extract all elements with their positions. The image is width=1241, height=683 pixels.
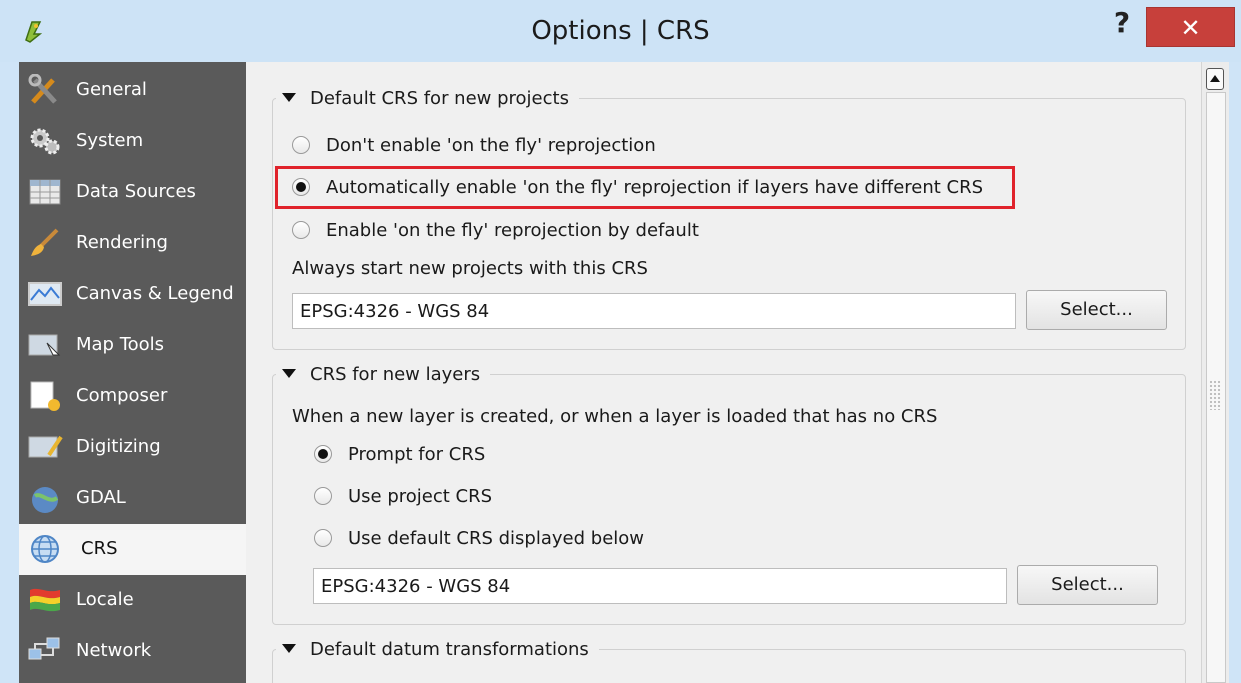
sidebar-item-label: CRS xyxy=(81,538,118,559)
close-button[interactable]: ✕ xyxy=(1146,7,1235,47)
network-icon xyxy=(28,637,60,660)
options-sidebar: General System Data Sources Rendering Ca… xyxy=(19,62,246,683)
default-crs-legend[interactable]: Default CRS for new projects xyxy=(276,88,579,109)
help-button[interactable]: ? xyxy=(1110,8,1134,38)
table-icon xyxy=(29,179,61,205)
radio-button[interactable] xyxy=(292,136,310,154)
project-crs-field[interactable]: EPSG:4326 - WGS 84 xyxy=(292,293,1016,329)
collapse-triangle-icon[interactable] xyxy=(282,93,296,102)
sidebar-item-locale[interactable]: Locale xyxy=(19,575,246,626)
radio-label: Use project CRS xyxy=(348,486,493,507)
map-tools-icon xyxy=(28,334,61,356)
radio-no-reprojection[interactable]: Don't enable 'on the fly' reprojection xyxy=(292,135,656,156)
radio-default-reprojection[interactable]: Enable 'on the fly' reprojection by defa… xyxy=(292,220,699,241)
select-project-crs-button[interactable]: Select... xyxy=(1026,290,1167,330)
select-layer-crs-button[interactable]: Select... xyxy=(1017,565,1158,605)
new-layers-legend[interactable]: CRS for new layers xyxy=(276,364,491,385)
scroll-grip[interactable] xyxy=(1209,380,1221,410)
sidebar-item-network[interactable]: Network xyxy=(19,626,246,677)
sidebar-item-crs[interactable]: CRS xyxy=(19,524,246,575)
new-layers-description: When a new layer is created, or when a l… xyxy=(292,406,938,427)
radio-use-default-crs[interactable]: Use default CRS displayed below xyxy=(314,528,644,549)
radio-label: Enable 'on the fly' reprojection by defa… xyxy=(326,220,699,241)
sidebar-item-data-sources[interactable]: Data Sources xyxy=(19,167,246,218)
always-start-label: Always start new projects with this CRS xyxy=(292,258,648,279)
sidebar-item-label: Digitizing xyxy=(76,436,161,457)
options-window: Options | CRS ? ✕ General System Data So… xyxy=(0,0,1241,683)
sidebar-item-rendering[interactable]: Rendering xyxy=(19,218,246,269)
radio-label: Don't enable 'on the fly' reprojection xyxy=(326,135,656,156)
vertical-scrollbar[interactable] xyxy=(1201,62,1229,683)
tools-icon xyxy=(28,74,57,104)
radio-label: Prompt for CRS xyxy=(348,444,486,465)
scroll-up-arrow-icon[interactable] xyxy=(1206,68,1224,90)
radio-button[interactable] xyxy=(314,445,332,463)
default-layer-crs-field[interactable]: EPSG:4326 - WGS 84 xyxy=(313,568,1007,604)
digitizing-icon xyxy=(28,435,63,458)
sidebar-item-label: Rendering xyxy=(76,232,168,253)
annotation-highlight-box xyxy=(275,166,1015,209)
sidebar-item-label: General xyxy=(76,79,147,100)
options-content-panel: Default CRS for new projects Don't enabl… xyxy=(246,62,1201,683)
globe-icon xyxy=(31,535,59,563)
radio-button[interactable] xyxy=(314,487,332,505)
sidebar-item-system[interactable]: System xyxy=(19,116,246,167)
radio-use-project-crs[interactable]: Use project CRS xyxy=(314,486,492,507)
sidebar-item-composer[interactable]: Composer xyxy=(19,371,246,422)
title-bar: Options | CRS ? ✕ xyxy=(0,0,1241,62)
composer-icon xyxy=(30,381,60,411)
flag-icon xyxy=(30,588,60,612)
window-title: Options | CRS xyxy=(531,16,710,46)
datum-transformations-legend[interactable]: Default datum transformations xyxy=(276,639,599,660)
group-title: Default datum transformations xyxy=(310,639,589,660)
sidebar-item-canvas-legend[interactable]: Canvas & Legend xyxy=(19,269,246,320)
sidebar-item-digitizing[interactable]: Digitizing xyxy=(19,422,246,473)
radio-prompt-for-crs[interactable]: Prompt for CRS xyxy=(314,444,485,465)
sidebar-item-label: Composer xyxy=(76,385,168,406)
group-title: CRS for new layers xyxy=(310,364,481,385)
collapse-triangle-icon[interactable] xyxy=(282,369,296,378)
radio-label: Use default CRS displayed below xyxy=(348,528,644,549)
sidebar-item-label: Network xyxy=(76,640,152,661)
gears-icon xyxy=(30,128,60,155)
sidebar-item-general[interactable]: General xyxy=(19,65,246,116)
sidebar-item-gdal[interactable]: GDAL xyxy=(19,473,246,524)
sidebar-item-label: System xyxy=(76,130,144,151)
sidebar-item-label: Canvas & Legend xyxy=(76,283,234,304)
radio-button[interactable] xyxy=(292,221,310,239)
sidebar-item-map-tools[interactable]: Map Tools xyxy=(19,320,246,371)
collapse-triangle-icon[interactable] xyxy=(282,644,296,653)
sidebar-item-label: Map Tools xyxy=(76,334,165,355)
radio-button[interactable] xyxy=(314,529,332,547)
sidebar-item-label: Locale xyxy=(76,589,134,610)
group-title: Default CRS for new projects xyxy=(310,88,569,109)
brush-icon xyxy=(31,228,59,256)
sidebar-item-label: GDAL xyxy=(76,487,126,508)
gdal-icon xyxy=(32,487,59,513)
map-canvas-icon xyxy=(28,282,62,306)
sidebar-item-label: Data Sources xyxy=(76,181,196,202)
